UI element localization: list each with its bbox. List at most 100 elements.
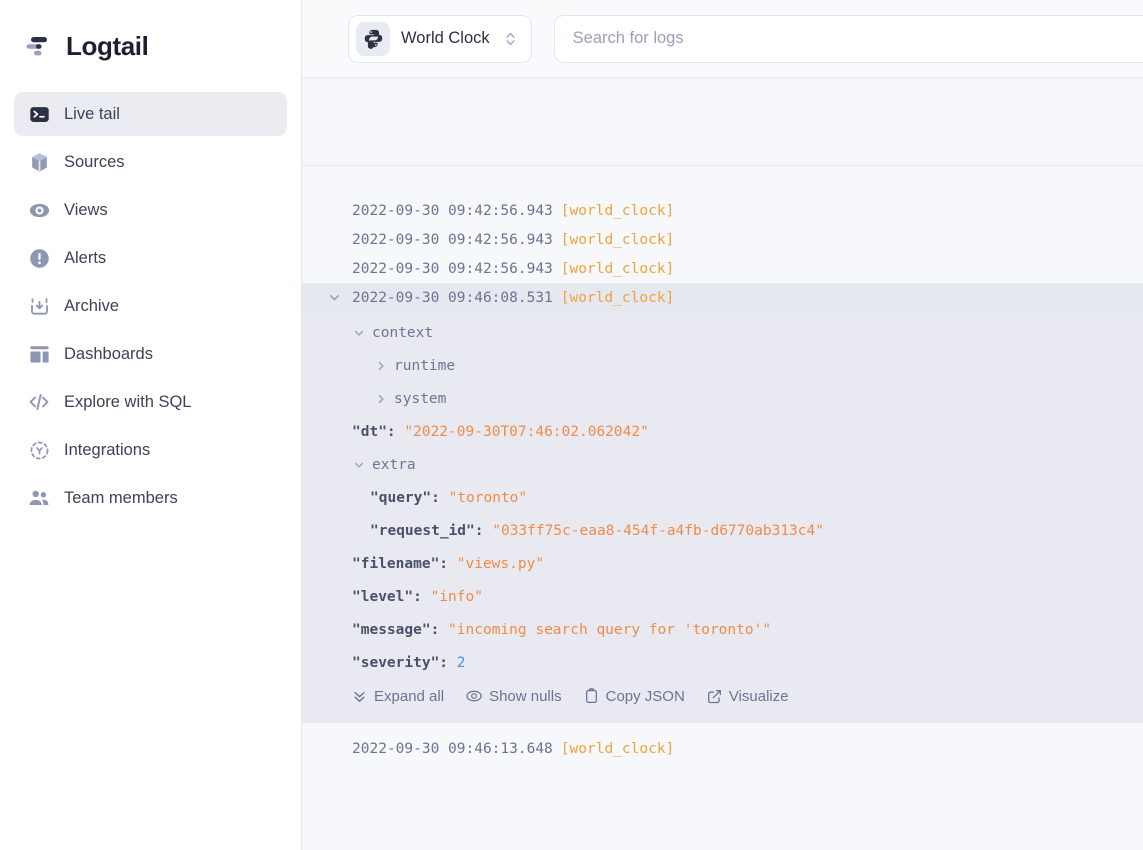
sidebar-item-live-tail[interactable]: Live tail: [14, 92, 287, 136]
chevron-right-icon[interactable]: [374, 360, 388, 372]
search-input[interactable]: [573, 29, 1143, 48]
log-list: 2022-09-30 09:42:56.943 [world_clock] 20…: [302, 166, 1143, 850]
log-timestamp: 2022-09-30 09:42:56.943: [352, 261, 553, 277]
expand-all-button[interactable]: Expand all: [352, 688, 444, 705]
sidebar-item-label: Sources: [64, 153, 125, 172]
log-timestamp: 2022-09-30 09:46:08.531: [352, 290, 553, 306]
json-value: "info": [431, 589, 483, 605]
code-brackets-icon: [28, 391, 50, 413]
log-row[interactable]: 2022-09-30 09:46:13.648 [world_clock]: [302, 734, 1143, 763]
eye-icon: [28, 199, 50, 221]
action-label: Expand all: [374, 688, 444, 705]
log-detail-panel: context runtime system "dt":: [302, 312, 1143, 723]
log-row-expanded[interactable]: 2022-09-30 09:46:08.531 [world_clock]: [302, 283, 1143, 312]
users-icon: [28, 487, 50, 509]
json-group-runtime[interactable]: runtime: [302, 349, 1143, 382]
sidebar-item-label: Integrations: [64, 441, 150, 460]
action-label: Show nulls: [489, 688, 562, 705]
json-value: "2022-09-30T07:46:02.062042": [404, 424, 648, 440]
json-key: "query":: [370, 490, 440, 506]
alert-circle-icon: [28, 247, 50, 269]
sidebar: Logtail Live tail: [0, 0, 302, 850]
source-select[interactable]: World Clock: [348, 15, 532, 63]
log-row[interactable]: 2022-09-30 09:42:56.943 [world_clock]: [302, 225, 1143, 254]
chevron-down-icon[interactable]: [316, 291, 352, 304]
json-group-context[interactable]: context: [302, 316, 1143, 349]
sidebar-item-explore-with-sql[interactable]: Explore with SQL: [14, 380, 287, 424]
chevron-up-down-icon: [504, 29, 517, 49]
json-value: "toronto": [449, 490, 528, 506]
log-row[interactable]: 2022-09-30 09:42:56.943 [world_clock]: [302, 254, 1143, 283]
sidebar-item-archive[interactable]: Archive: [14, 284, 287, 328]
python-logo-icon: [356, 22, 390, 56]
json-pair-request-id: "request_id": "033ff75c-eaa8-454f-a4fb-d…: [302, 514, 1143, 547]
json-key: "message":: [352, 622, 439, 638]
json-key: extra: [372, 457, 416, 473]
json-key: "filename":: [352, 556, 448, 572]
main-panel: World Clock 2022-09-30 09:42:56.943 [wor…: [302, 0, 1143, 850]
box-icon: [28, 151, 50, 173]
detail-actions: Expand all Show nulls: [302, 679, 1143, 713]
json-key: context: [372, 325, 433, 341]
log-timestamp: 2022-09-30 09:46:13.648: [352, 741, 553, 757]
sidebar-item-views[interactable]: Views: [14, 188, 287, 232]
sidebar-item-label: Alerts: [64, 249, 106, 268]
log-source-tag: [world_clock]: [561, 261, 675, 277]
sidebar-item-alerts[interactable]: Alerts: [14, 236, 287, 280]
terminal-icon: [28, 103, 50, 125]
log-row[interactable]: 2022-09-30 09:42:56.943 [world_clock]: [302, 196, 1143, 225]
sidebar-item-label: Explore with SQL: [64, 393, 191, 412]
json-value: "views.py": [457, 556, 544, 572]
brand-name: Logtail: [66, 31, 148, 62]
log-source-tag: [world_clock]: [561, 290, 675, 306]
sidebar-item-integrations[interactable]: Integrations: [14, 428, 287, 472]
json-key: system: [394, 391, 446, 407]
json-pair-level: "level": "info": [302, 580, 1143, 613]
sidebar-item-label: Live tail: [64, 105, 120, 124]
json-group-system[interactable]: system: [302, 382, 1143, 415]
integrations-node-icon: [28, 439, 50, 461]
sidebar-item-label: Dashboards: [64, 345, 153, 364]
json-value: "incoming search query for 'toronto'": [448, 622, 771, 638]
chevron-down-icon[interactable]: [352, 459, 366, 471]
json-key: "dt":: [352, 424, 396, 440]
eye-icon: [466, 688, 482, 704]
json-pair-filename: "filename": "views.py": [302, 547, 1143, 580]
sidebar-nav: Live tail Sources: [14, 92, 287, 520]
source-select-label: World Clock: [401, 29, 490, 48]
action-label: Copy JSON: [606, 688, 685, 705]
json-value: "033ff75c-eaa8-454f-a4fb-d6770ab313c4": [492, 523, 824, 539]
action-label: Visualize: [729, 688, 789, 705]
sidebar-item-team-members[interactable]: Team members: [14, 476, 287, 520]
sidebar-item-sources[interactable]: Sources: [14, 140, 287, 184]
json-value: 2: [457, 655, 466, 671]
show-nulls-button[interactable]: Show nulls: [466, 688, 562, 705]
sidebar-item-dashboards[interactable]: Dashboards: [14, 332, 287, 376]
json-group-extra[interactable]: extra: [302, 448, 1143, 481]
json-key: "level":: [352, 589, 422, 605]
json-pair-severity: "severity": 2: [302, 646, 1143, 679]
sidebar-item-label: Views: [64, 201, 108, 220]
topbar: World Clock: [302, 0, 1143, 78]
log-source-tag: [world_clock]: [561, 203, 675, 219]
external-link-icon: [707, 689, 722, 704]
clipboard-icon: [584, 688, 599, 704]
json-key: runtime: [394, 358, 455, 374]
log-timestamp: 2022-09-30 09:42:56.943: [352, 203, 553, 219]
json-pair-dt: "dt": "2022-09-30T07:46:02.062042": [302, 415, 1143, 448]
sidebar-item-label: Archive: [64, 297, 119, 316]
chevron-right-icon[interactable]: [374, 393, 388, 405]
brand[interactable]: Logtail: [14, 0, 287, 92]
json-pair-query: "query": "toronto": [302, 481, 1143, 514]
histogram-strip: [302, 78, 1143, 166]
chevron-down-icon[interactable]: [352, 327, 366, 339]
logtail-logo-icon: [24, 31, 54, 61]
archive-download-icon: [28, 295, 50, 317]
json-pair-message: "message": "incoming search query for 't…: [302, 613, 1143, 646]
dashboard-grid-icon: [28, 343, 50, 365]
copy-json-button[interactable]: Copy JSON: [584, 688, 685, 705]
search-field[interactable]: [554, 15, 1143, 63]
visualize-button[interactable]: Visualize: [707, 688, 789, 705]
json-key: "severity":: [352, 655, 448, 671]
json-key: "request_id":: [370, 523, 484, 539]
